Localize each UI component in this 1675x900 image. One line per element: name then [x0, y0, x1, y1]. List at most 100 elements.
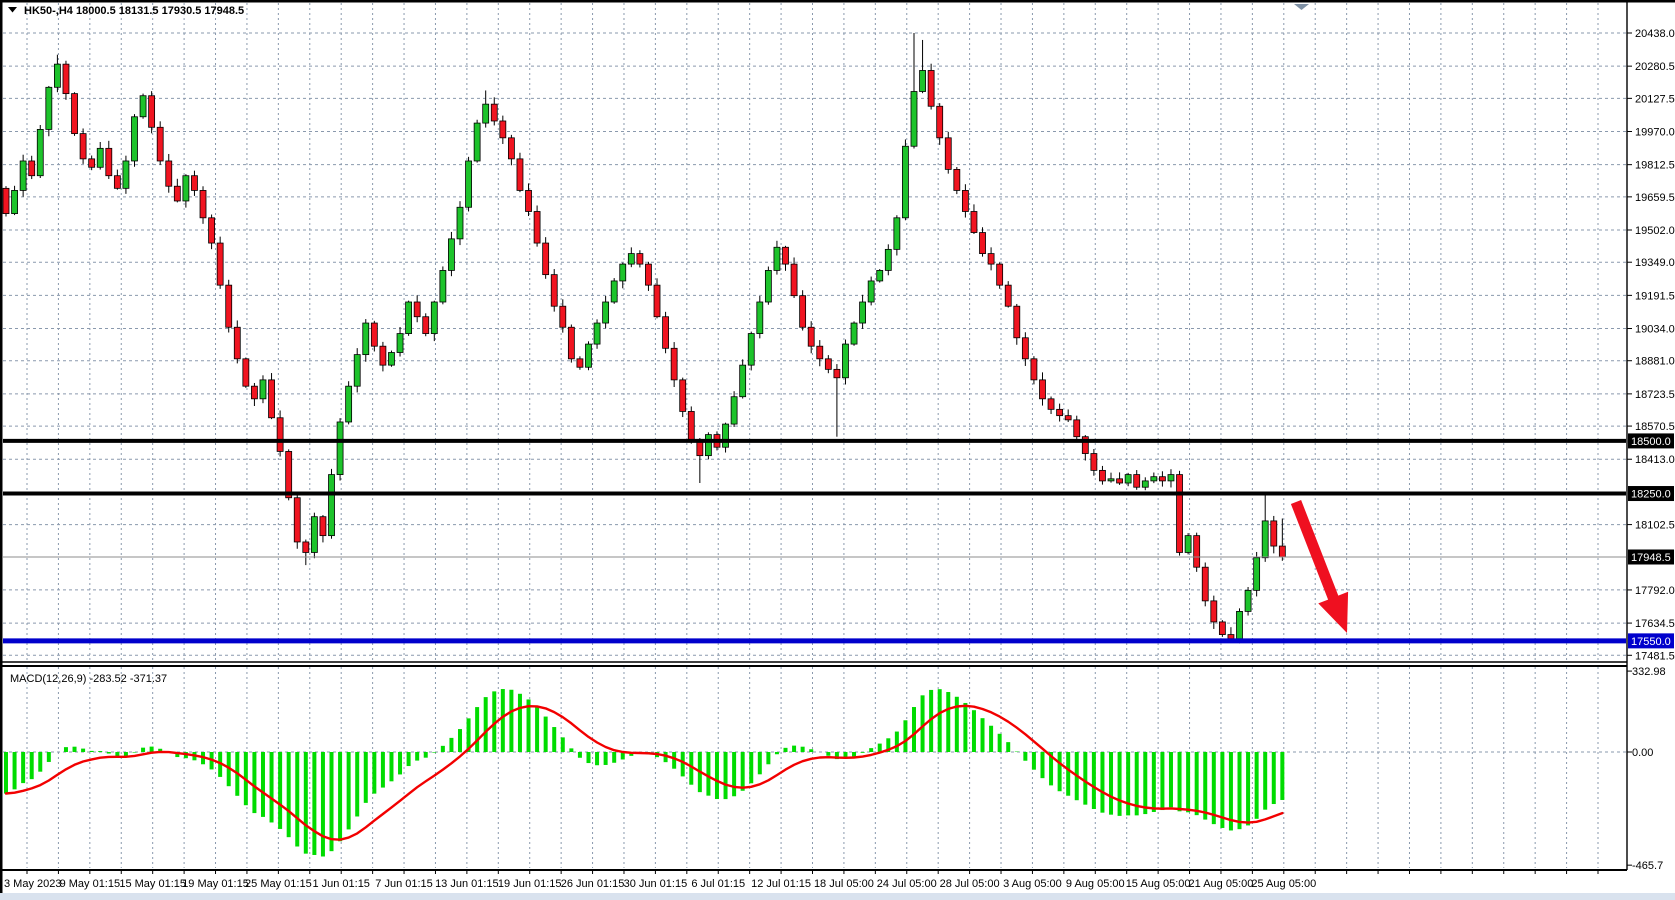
candle-body — [500, 121, 506, 138]
candle-body — [1262, 521, 1268, 558]
down-arrow-annotation[interactable] — [1291, 500, 1348, 633]
macd-histogram-bar — [261, 752, 265, 817]
macd-indicator-label: MACD(12,26,9) -283.52 -371.37 — [10, 673, 167, 685]
candle-body — [962, 190, 968, 211]
candle-body — [800, 296, 806, 328]
candle-body — [234, 327, 240, 359]
candle-body — [825, 359, 831, 370]
chart-shift-triangle-icon[interactable] — [1294, 4, 1309, 10]
candle-body — [791, 264, 797, 296]
candle-body — [226, 285, 232, 327]
macd-histogram-bar — [561, 737, 565, 752]
candle-body — [594, 323, 600, 344]
macd-histogram-bar — [38, 752, 42, 772]
symbol-dropdown-icon[interactable] — [8, 7, 17, 13]
candlestick-chart-canvas[interactable]: 20438.020280.520127.519970.019812.519659… — [0, 0, 1675, 900]
candle-body — [269, 380, 275, 418]
chart-window: 20438.020280.520127.519970.019812.519659… — [0, 0, 1675, 900]
macd-histogram-bar — [552, 727, 556, 752]
macd-histogram-bar — [304, 752, 308, 854]
macd-histogram-bar — [998, 734, 1002, 752]
macd-histogram-bar — [1280, 752, 1284, 800]
macd-histogram-bar — [398, 752, 402, 774]
macd-histogram-bar — [501, 689, 505, 752]
candle-body — [29, 161, 35, 176]
price-axis-label: 19659.5 — [1635, 192, 1675, 204]
candle-body — [63, 64, 69, 93]
macd-histogram-bar — [963, 703, 967, 752]
candle-body — [1099, 470, 1105, 481]
macd-histogram-bar — [972, 710, 976, 752]
price-axis-label: 20438.0 — [1635, 28, 1675, 40]
macd-histogram-bar — [30, 752, 34, 779]
macd-histogram-bar — [1272, 752, 1276, 804]
price-axis-label: 19349.0 — [1635, 257, 1675, 269]
candle-body — [654, 285, 660, 317]
price-axis[interactable]: 20438.020280.520127.519970.019812.519659… — [1627, 28, 1675, 872]
candle-body — [954, 169, 960, 190]
candle-body — [774, 247, 780, 270]
horizontal-level-lines[interactable] — [3, 441, 1626, 641]
macd-histogram-bar — [432, 752, 436, 753]
macd-histogram-bar — [784, 748, 788, 752]
macd-histogram-bar — [1066, 752, 1070, 796]
candle-body — [346, 386, 352, 422]
macd-histogram-bar — [1255, 752, 1259, 819]
macd-histogram-bar — [338, 752, 342, 841]
time-axis[interactable]: 3 May 20239 May 01:1515 May 01:1519 May … — [4, 870, 1598, 890]
macd-histogram-bar — [732, 752, 736, 796]
macd-histogram-bar — [792, 746, 796, 752]
macd-histogram-bar — [372, 752, 376, 794]
macd-histogram-bar — [1006, 742, 1010, 752]
candle-body — [1108, 479, 1114, 481]
macd-histogram-bar — [1032, 752, 1036, 770]
candle-body — [868, 281, 874, 302]
macd-histogram-bar — [278, 752, 282, 829]
macd-histogram-bar — [475, 707, 479, 752]
candle-body — [406, 302, 412, 334]
candle-body — [697, 441, 703, 456]
gridlines — [3, 3, 1626, 868]
macd-histogram-bar — [90, 751, 94, 752]
macd-histogram-bar — [903, 720, 907, 752]
candle-body — [543, 243, 549, 275]
macd-histogram-bar — [1126, 752, 1130, 815]
candle-body — [131, 117, 137, 161]
candle-body — [1228, 635, 1234, 639]
price-axis-label: 18881.0 — [1635, 356, 1675, 368]
macd-histogram-bar — [364, 752, 368, 803]
time-axis-label: 3 Aug 05:00 — [1003, 878, 1062, 890]
candle-body — [637, 254, 643, 265]
candle-body — [740, 365, 746, 397]
time-axis-label: 9 Aug 05:00 — [1066, 878, 1125, 890]
macd-histogram-bar — [604, 752, 608, 765]
candle-body — [1279, 546, 1285, 557]
macd-histogram-bar — [946, 692, 950, 752]
macd-histogram-bar — [449, 738, 453, 752]
candle-body — [431, 302, 437, 334]
candles-layer[interactable] — [3, 33, 1285, 643]
candle-body — [885, 249, 891, 270]
macd-histogram-bar — [64, 747, 68, 752]
candle-body — [440, 270, 446, 302]
price-badge-label: 17948.5 — [1631, 552, 1671, 564]
candle-body — [183, 176, 189, 201]
candle-body — [371, 323, 377, 346]
candle-body — [1177, 475, 1183, 553]
macd-histogram-bar — [1083, 752, 1087, 805]
candle-body — [1237, 611, 1243, 638]
candle-body — [1057, 409, 1063, 415]
candle-body — [483, 104, 489, 123]
candle-body — [1014, 306, 1020, 338]
candle-body — [534, 211, 540, 243]
candle-body — [1254, 558, 1260, 591]
candle-body — [1211, 601, 1217, 622]
candle-body — [491, 104, 497, 121]
price-axis-label: 19502.0 — [1635, 225, 1675, 237]
candle-body — [808, 327, 814, 346]
macd-histogram-bar — [801, 747, 805, 752]
macd-histogram-bar — [330, 752, 334, 851]
time-axis-label: 25 May 01:15 — [245, 878, 312, 890]
candle-body — [1005, 285, 1011, 306]
macd-histogram-bar — [21, 752, 25, 783]
